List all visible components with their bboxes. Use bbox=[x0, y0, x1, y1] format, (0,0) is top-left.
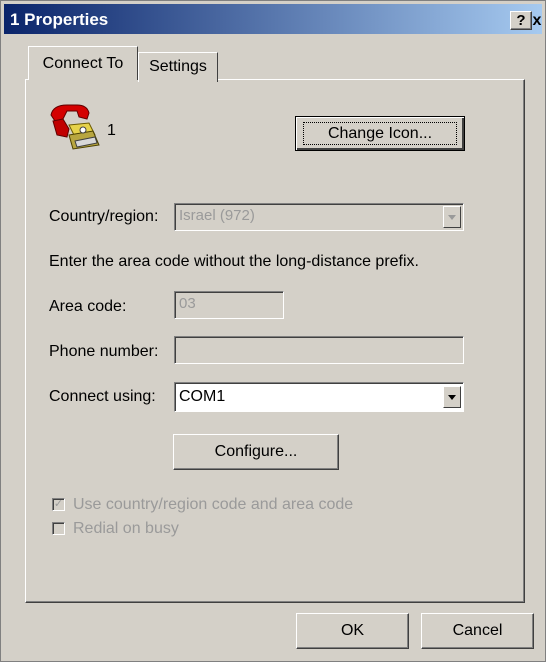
cancel-button[interactable]: Cancel bbox=[421, 613, 534, 649]
title-bar[interactable]: 1 Properties ? x bbox=[4, 4, 542, 34]
change-icon-label: Change Icon... bbox=[327, 124, 433, 142]
close-button[interactable]: x bbox=[530, 11, 544, 30]
use-country-code-checkbox[interactable]: ✓ bbox=[52, 498, 65, 511]
properties-dialog: 1 Properties ? x Connect To Settings 1 C… bbox=[0, 0, 546, 662]
tab-settings[interactable]: Settings bbox=[138, 52, 218, 82]
country-region-select[interactable]: Israel (972) bbox=[174, 203, 464, 231]
connection-name: 1 bbox=[107, 122, 116, 139]
phone-icon bbox=[50, 104, 100, 150]
chevron-down-icon[interactable] bbox=[443, 386, 461, 408]
connect-using-select[interactable]: COM1 bbox=[174, 382, 464, 412]
chevron-down-icon[interactable] bbox=[443, 206, 461, 228]
configure-button[interactable]: Configure... bbox=[173, 434, 339, 470]
tab-connect-to[interactable]: Connect To bbox=[28, 46, 138, 80]
area-code-input[interactable]: 03 bbox=[174, 291, 284, 319]
area-code-instruction: Enter the area code without the long-dis… bbox=[49, 253, 419, 270]
change-icon-button[interactable]: Change Icon... bbox=[295, 116, 465, 151]
phone-number-input[interactable] bbox=[174, 336, 464, 364]
use-country-code-label: Use country/region code and area code bbox=[73, 496, 354, 513]
area-code-value: 03 bbox=[179, 295, 196, 312]
connect-using-value: COM1 bbox=[179, 388, 226, 405]
connect-using-label: Connect using: bbox=[49, 388, 156, 405]
country-region-value: Israel (972) bbox=[179, 207, 255, 224]
area-code-label: Area code: bbox=[49, 298, 127, 315]
phone-number-label: Phone number: bbox=[49, 343, 159, 360]
country-region-label: Country/region: bbox=[49, 208, 159, 225]
help-button[interactable]: ? bbox=[510, 11, 532, 30]
window-title: 1 Properties bbox=[10, 10, 109, 29]
redial-on-busy-label: Redial on busy bbox=[73, 520, 179, 537]
redial-on-busy-checkbox[interactable] bbox=[52, 522, 65, 535]
ok-button[interactable]: OK bbox=[296, 613, 409, 649]
